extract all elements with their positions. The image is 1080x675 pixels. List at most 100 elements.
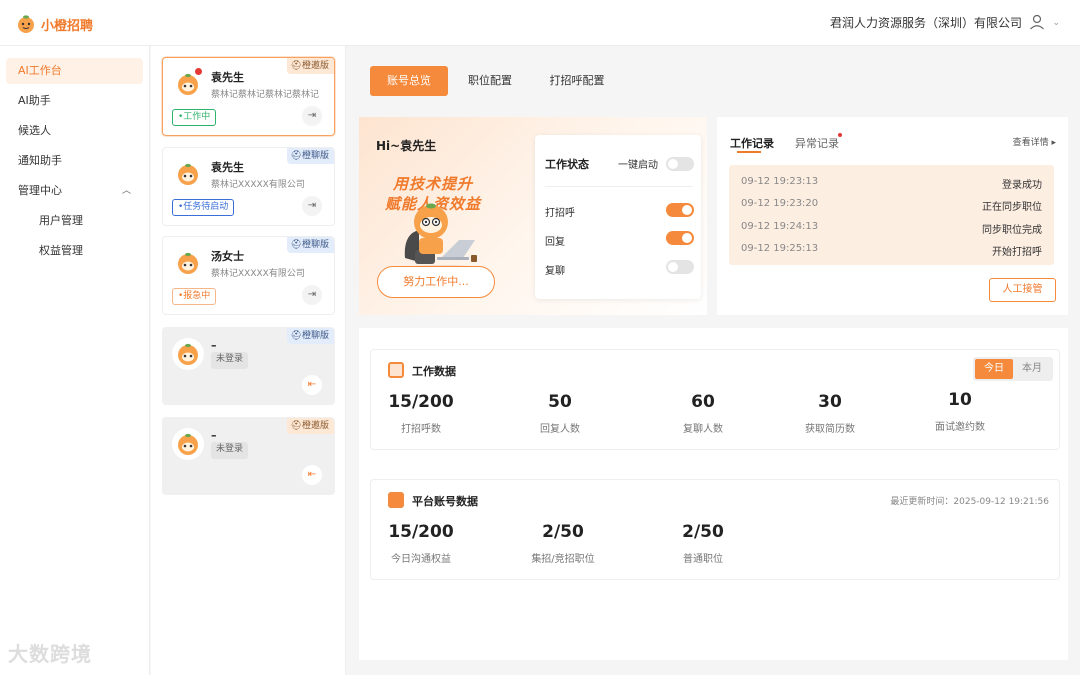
badge-person-icon: ⛑ — [290, 331, 302, 341]
work-data-title: 工作数据 — [412, 365, 456, 378]
logout-icon[interactable]: ⇥ — [302, 285, 322, 305]
tab-work-log[interactable]: 工作记录 — [730, 135, 774, 151]
greeting-toggle[interactable] — [666, 203, 694, 217]
sidebar-item-management[interactable]: 管理中心 ︿ — [6, 178, 143, 204]
log-row: 09-12 19:24:13 同步职位完成 — [741, 221, 1042, 239]
rechat-toggle-label: 复聊 — [545, 266, 565, 277]
period-month[interactable]: 本月 — [1013, 359, 1051, 379]
account-name: 袁先生 — [211, 71, 244, 84]
log-message: 开始打招呼 — [992, 247, 1042, 258]
badge-person-icon: ⛑ — [290, 240, 302, 250]
stat-value: 2/50 — [682, 522, 724, 542]
stat-value: 2/50 — [542, 522, 584, 542]
log-message: 正在同步职位 — [982, 202, 1042, 213]
welcome-panel: Hi~袁先生 用技术提升 赋能人资效益 努力工作中... 工作状态 一键启动 打… — [359, 117, 707, 315]
account-list: 袁先生 蔡林记蔡林记蔡林记蔡林记 ⛑橙邀版 •工作中 ⇥ 袁先生 蔡林记XXXX… — [151, 46, 346, 675]
logout-icon[interactable]: ⇥ — [302, 106, 322, 126]
status-badge: •报急中 — [172, 288, 217, 305]
work-log-list: 09-12 19:23:13 登录成功 09-12 19:23:20 正在同步职位 … — [729, 165, 1054, 265]
account-company: 蔡林记XXXXX有限公司 — [211, 269, 305, 279]
rechat-toggle[interactable] — [666, 260, 694, 274]
stat-value: 15/200 — [388, 522, 454, 542]
watermark: 大数跨境 — [8, 642, 92, 666]
sidebar-item-ai-workbench[interactable]: AI工作台 — [6, 58, 143, 84]
platform-data-title: 平台账号数据 — [412, 495, 478, 508]
sidebar-item-label: 管理中心 — [18, 184, 62, 197]
tab-account-overview[interactable]: 账号总览 — [370, 66, 448, 96]
avatar — [178, 343, 198, 365]
account-card[interactable]: – ⛑橙邀版 未登录 ⇤ — [162, 417, 335, 495]
account-card[interactable]: 袁先生 蔡林记XXXXX有限公司 ⛑橙聊版 •任务待启动 ⇥ — [162, 147, 335, 226]
slogan-line-1: 用技术提升 — [393, 175, 474, 193]
avatar — [178, 252, 198, 274]
period-toggle: 今日 本月 — [973, 357, 1053, 381]
bar-chart-icon — [388, 492, 404, 508]
sidebar-item-rights-management[interactable]: 权益管理 — [6, 238, 143, 264]
account-name: 汤女士 — [211, 250, 244, 263]
status-badge: •工作中 — [172, 109, 217, 126]
stat-value: 50 — [548, 392, 572, 412]
view-details-label: 查看详情 — [1012, 138, 1049, 148]
tab-job-config[interactable]: 职位配置 — [465, 66, 515, 96]
stat-value: 30 — [818, 392, 842, 412]
work-data-card: 工作数据 今日 本月 15/200 打招呼数 50 回复人数 60 复聊人数 3… — [370, 349, 1060, 450]
tab-exception-log[interactable]: 异常记录 — [795, 135, 839, 151]
one-key-label: 一键启动 — [618, 160, 658, 171]
sidebar-item-label: AI工作台 — [18, 64, 62, 77]
manual-takeover-button[interactable]: 人工接管 — [989, 278, 1056, 302]
version-badge: ⛑橙聊版 — [286, 237, 334, 253]
version-badge: ⛑橙聊版 — [286, 148, 334, 164]
stat-label: 普通职位 — [683, 554, 723, 565]
work-log-panel: 工作记录 异常记录 查看详情 ▸ 09-12 19:23:13 登录成功 09-1… — [717, 117, 1068, 315]
one-key-toggle[interactable] — [666, 157, 694, 171]
stat-label: 打招呼数 — [401, 424, 441, 435]
sidebar-item-notifications[interactable]: 通知助手 — [6, 148, 143, 174]
divider — [545, 186, 693, 187]
greeting: Hi~袁先生 — [376, 139, 437, 153]
data-panel: 工作数据 今日 本月 15/200 打招呼数 50 回复人数 60 复聊人数 3… — [359, 328, 1068, 660]
app-name: 小橙招聘 — [41, 18, 94, 34]
sidebar: AI工作台 AI助手 候选人 通知助手 管理中心 ︿ 用户管理 权益管理 — [0, 46, 150, 675]
log-time: 09-12 19:25:13 — [741, 243, 819, 254]
stat-label: 面试邀约数 — [935, 422, 985, 433]
account-company: 蔡林记XXXXX有限公司 — [211, 180, 305, 190]
sidebar-item-ai-assistant[interactable]: AI助手 — [6, 88, 143, 114]
login-icon[interactable]: ⇤ — [302, 465, 322, 485]
orange-logo-icon — [18, 15, 34, 33]
sidebar-item-candidates[interactable]: 候选人 — [6, 118, 143, 144]
company-name[interactable]: 君润人力资源服务（深圳）有限公司 — [830, 14, 1022, 31]
stat-label: 回复人数 — [540, 424, 580, 435]
badge-person-icon: ⛑ — [290, 61, 302, 71]
sidebar-item-label: 权益管理 — [39, 244, 83, 257]
logout-icon[interactable]: ⇥ — [302, 196, 322, 216]
view-details-link[interactable]: 查看详情 ▸ — [1013, 135, 1056, 148]
log-row: 09-12 19:23:13 登录成功 — [741, 176, 1042, 194]
log-message: 同步职位完成 — [982, 225, 1042, 236]
log-row: 09-12 19:23:20 正在同步职位 — [741, 198, 1042, 216]
badge-person-icon: ⛑ — [290, 151, 302, 161]
tab-greeting-config[interactable]: 打招呼配置 — [547, 66, 607, 96]
last-updated: 最近更新时间：2025-09-12 19:21:56 — [890, 497, 1049, 507]
version-badge: ⛑橙聊版 — [286, 328, 334, 344]
sidebar-item-user-management[interactable]: 用户管理 — [6, 208, 143, 234]
stat-label: 获取简历数 — [805, 424, 855, 435]
user-icon[interactable] — [1028, 13, 1046, 31]
reply-toggle[interactable] — [666, 231, 694, 245]
account-name: – — [211, 429, 217, 442]
account-card[interactable]: 汤女士 蔡林记XXXXX有限公司 ⛑橙聊版 •报急中 ⇥ — [162, 236, 335, 315]
stat-value: 60 — [691, 392, 715, 412]
period-today[interactable]: 今日 — [975, 359, 1013, 379]
sidebar-item-label: 通知助手 — [18, 154, 62, 167]
mascot-illustration — [403, 203, 479, 271]
account-card[interactable]: 袁先生 蔡林记蔡林记蔡林记蔡林记 ⛑橙邀版 •工作中 ⇥ — [162, 57, 335, 136]
login-icon[interactable]: ⇤ — [302, 375, 322, 395]
account-card[interactable]: – ⛑橙聊版 未登录 ⇤ — [162, 327, 335, 405]
working-status-button[interactable]: 努力工作中... — [377, 266, 495, 298]
account-name: – — [211, 339, 217, 352]
chevron-down-icon[interactable]: ⌄ — [1052, 18, 1060, 28]
work-status-card: 工作状态 一键启动 打招呼 回复 复聊 — [535, 135, 701, 299]
app-logo[interactable]: 小橙招聘 — [16, 14, 93, 34]
document-icon — [388, 362, 404, 378]
stat-label: 集招/竞招职位 — [531, 554, 595, 565]
status-badge: •任务待启动 — [172, 199, 235, 216]
